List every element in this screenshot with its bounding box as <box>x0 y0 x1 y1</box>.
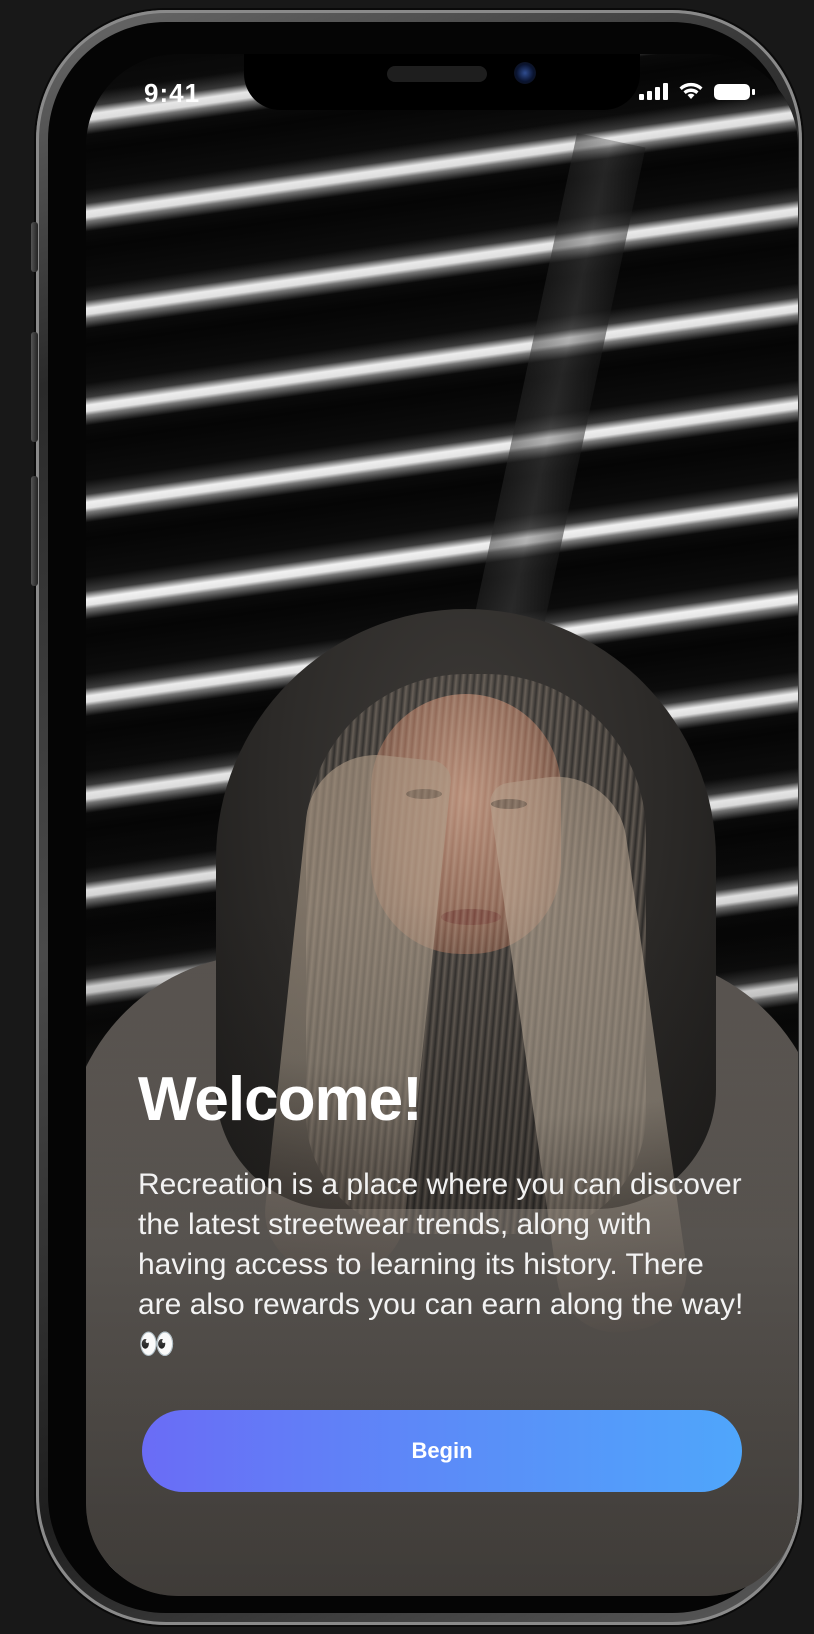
status-icons <box>639 82 755 100</box>
wifi-icon <box>679 82 703 99</box>
cellular-signal-icon <box>639 82 668 100</box>
welcome-content: Welcome! Recreation is a place where you… <box>138 1064 748 1365</box>
earpiece-speaker <box>387 66 487 82</box>
mute-switch <box>31 222 38 272</box>
battery-icon <box>714 84 755 100</box>
welcome-title: Welcome! <box>138 1065 423 1134</box>
front-camera <box>514 62 536 84</box>
status-time: 9:41 <box>144 78 201 108</box>
device-notch <box>244 54 640 110</box>
app-screen: 9:41 Welcome! Recreation is a place wher… <box>86 54 798 1596</box>
volume-down-button <box>31 476 38 586</box>
welcome-description: Recreation is a place where you can disc… <box>138 1168 744 1361</box>
begin-button[interactable]: Begin <box>142 1410 742 1492</box>
volume-up-button <box>31 332 38 442</box>
